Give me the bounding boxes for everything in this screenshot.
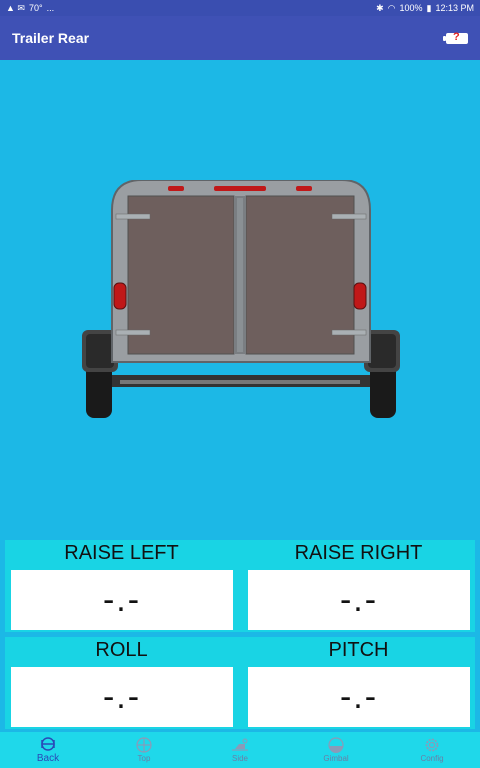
raise-left-label: RAISE LEFT [64,542,179,564]
trailer-view [0,60,480,538]
marker-light-center [214,186,266,191]
marker-light-right [296,186,312,191]
raise-right-label: RAISE RIGHT [294,542,423,564]
raise-right-box: -.- [248,570,470,630]
status-battery-percent: 100% [399,3,423,13]
trailer-rear-illustration [82,180,400,418]
wifi-icon: ◠ [387,2,396,13]
status-time: 12:13 PM [435,3,474,13]
raise-left-value: -.- [102,580,142,619]
marker-light-left [168,186,184,191]
top-view-icon [134,737,154,753]
roll-value: -.- [102,677,142,716]
angle-panel: ROLL -.- PITCH -.- [5,637,475,729]
raise-left-box: -.- [11,570,233,630]
notification-icons: ▲ ✉ [6,2,25,13]
nav-side[interactable]: Side [192,732,288,768]
raise-left-cell: RAISE LEFT -.- [5,540,238,632]
nav-top[interactable]: Top [96,732,192,768]
nav-gimbal-label: Gimbal [323,754,349,763]
roll-box: -.- [11,667,233,727]
bluetooth-icon: ✱ [376,2,384,13]
nav-gimbal[interactable]: Gimbal [288,732,384,768]
page-title: Trailer Rear [12,30,90,46]
status-temp: 70° [28,3,43,13]
nav-side-label: Side [231,754,248,763]
bottom-navigation: Back Top Side Gimbal Config [0,732,480,768]
nav-config-label: Config [420,754,444,763]
pitch-value: -.- [339,677,379,716]
pitch-cell: PITCH -.- [242,637,475,729]
tail-light-right [353,282,367,310]
status-bar: ▲ ✉ 70° ... ✱ ◠ 100% ▮ 12:13 PM [0,0,480,16]
side-view-icon [230,737,250,753]
pitch-box: -.- [248,667,470,727]
raise-right-cell: RAISE RIGHT -.- [242,540,475,632]
nav-back[interactable]: Back [0,732,96,768]
raise-panel: RAISE LEFT -.- RAISE RIGHT -.- [5,540,475,632]
pitch-label: PITCH [328,639,389,661]
roll-cell: ROLL -.- [5,637,238,729]
back-view-icon [38,736,58,752]
nav-config[interactable]: Config [384,732,480,768]
app-bar: Trailer Rear ? [0,16,480,60]
status-more: ... [46,3,55,13]
tail-light-left [113,282,127,310]
gimbal-icon [326,737,346,753]
gear-icon [422,737,442,753]
battery-icon: ▮ [426,2,432,13]
raise-right-value: -.- [339,580,379,619]
roll-label: ROLL [95,639,148,661]
nav-top-label: Top [137,754,151,763]
nav-back-label: Back [36,753,60,764]
battery-unknown-icon[interactable]: ? [443,31,468,44]
